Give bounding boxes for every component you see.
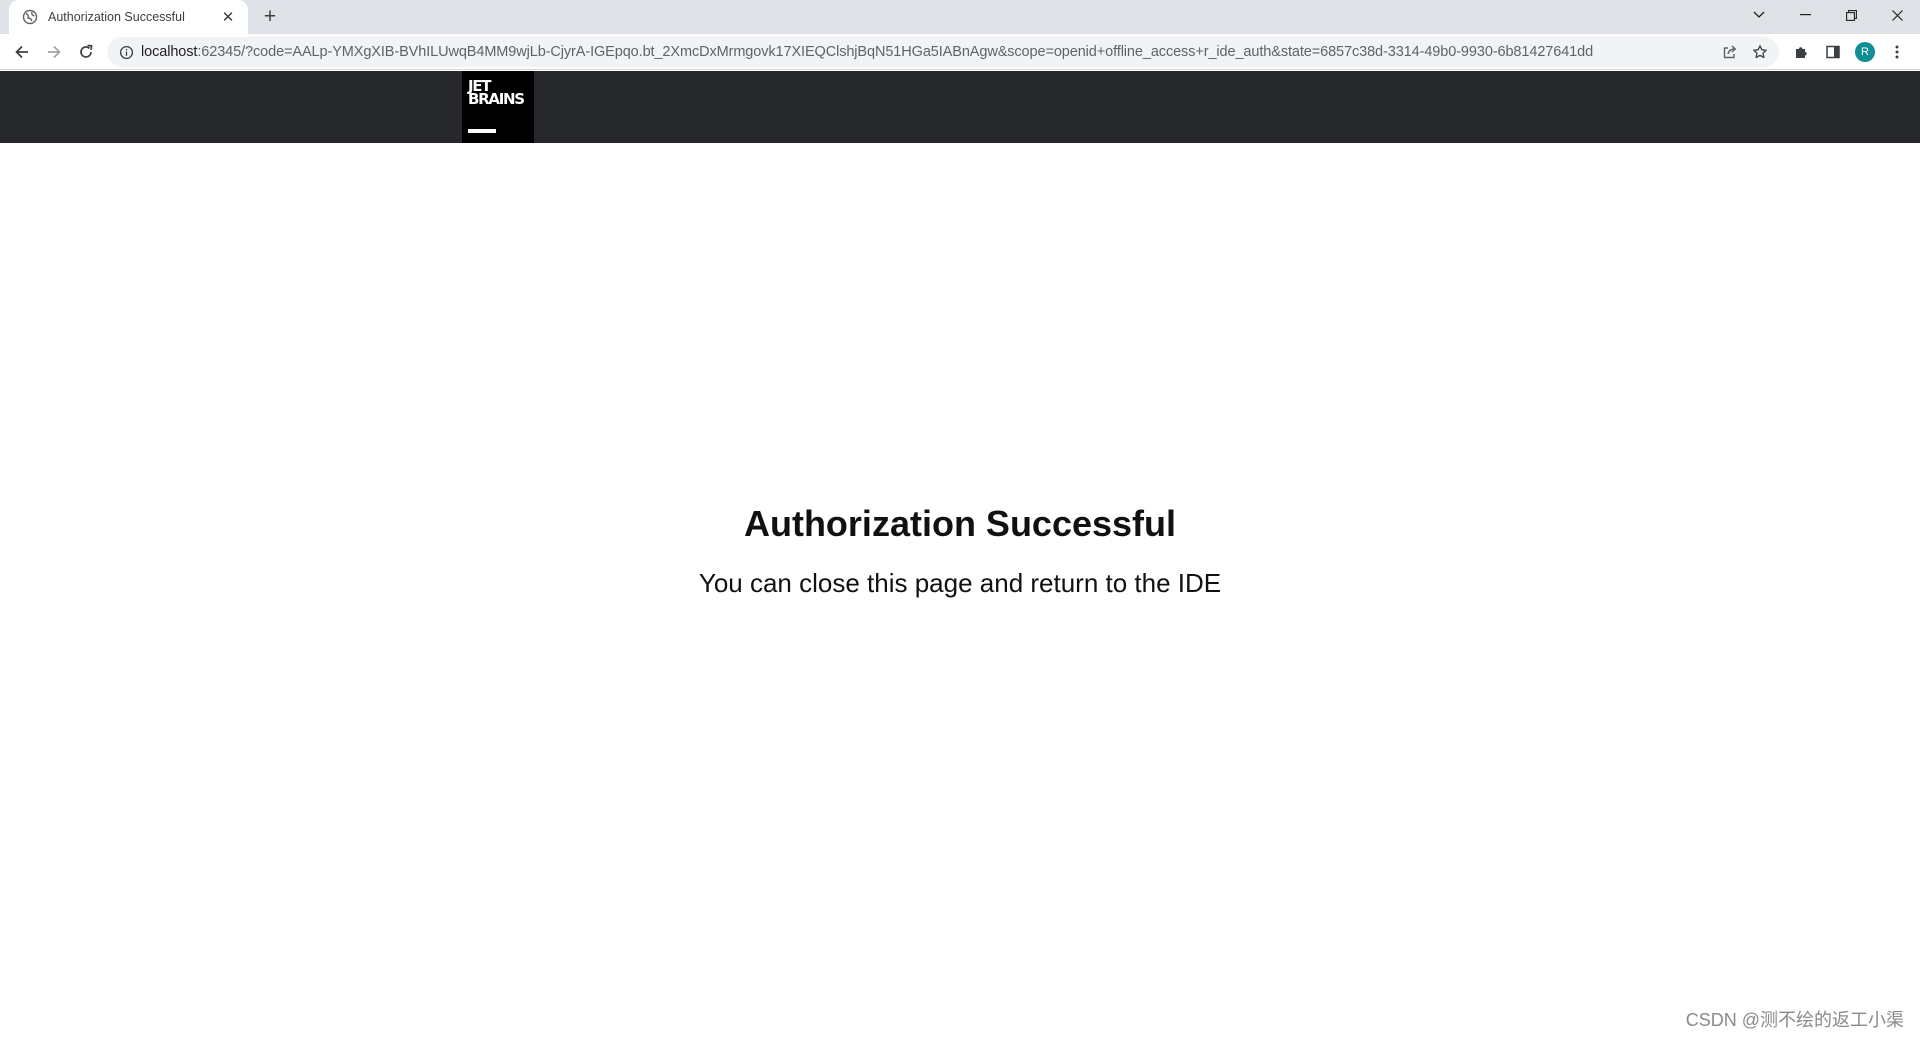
kebab-menu-icon[interactable] (1882, 37, 1912, 67)
tab-authorization[interactable]: Authorization Successful ✕ (9, 0, 248, 34)
close-window-icon[interactable] (1874, 0, 1920, 30)
side-panel-icon[interactable] (1818, 37, 1848, 67)
url-path: :62345/?code=AALp-YMXgXIB-BVhILUwqB4MM9w… (197, 44, 1594, 60)
watermark: CSDN @测不绘的返工小渠 (1685, 1010, 1904, 1030)
new-tab-button[interactable]: + (258, 5, 282, 29)
minimize-icon[interactable] (1782, 0, 1828, 30)
star-icon[interactable] (1745, 37, 1775, 67)
profile-avatar[interactable]: R (1850, 37, 1880, 67)
url-text: localhost:62345/?code=AALp-YMXgXIB-BVhIL… (141, 44, 1715, 60)
reload-icon[interactable] (71, 37, 101, 67)
browser-toolbar: localhost:62345/?code=AALp-YMXgXIB-BVhIL… (0, 34, 1920, 70)
window-controls (1736, 0, 1920, 30)
forward-arrow-icon[interactable] (39, 37, 69, 67)
url-host: localhost (141, 44, 198, 60)
puzzle-icon[interactable] (1786, 37, 1816, 67)
page-title: Authorization Successful (743, 503, 1177, 544)
tab-close-icon[interactable]: ✕ (218, 7, 238, 27)
tab-strip: Authorization Successful ✕ + (0, 0, 1920, 34)
page-message: You can close this page and return to th… (698, 568, 1222, 598)
info-icon[interactable] (111, 37, 141, 67)
restore-icon[interactable] (1828, 0, 1874, 30)
globe-icon (22, 9, 38, 25)
tab-search-icon[interactable] (1736, 0, 1782, 30)
share-icon[interactable] (1715, 37, 1745, 67)
address-bar[interactable]: localhost:62345/?code=AALp-YMXgXIB-BVhIL… (107, 37, 1779, 67)
page-header: JET BRAINS (0, 71, 1920, 143)
main-content: Authorization Successful You can close t… (0, 143, 1920, 1040)
logo-text: JET BRAINS (468, 77, 525, 108)
avatar: R (1855, 42, 1875, 62)
logo-underline (468, 129, 496, 133)
jetbrains-logo[interactable]: JET BRAINS (462, 71, 534, 143)
back-arrow-icon[interactable] (7, 37, 37, 67)
tab-title: Authorization Successful (48, 10, 185, 24)
